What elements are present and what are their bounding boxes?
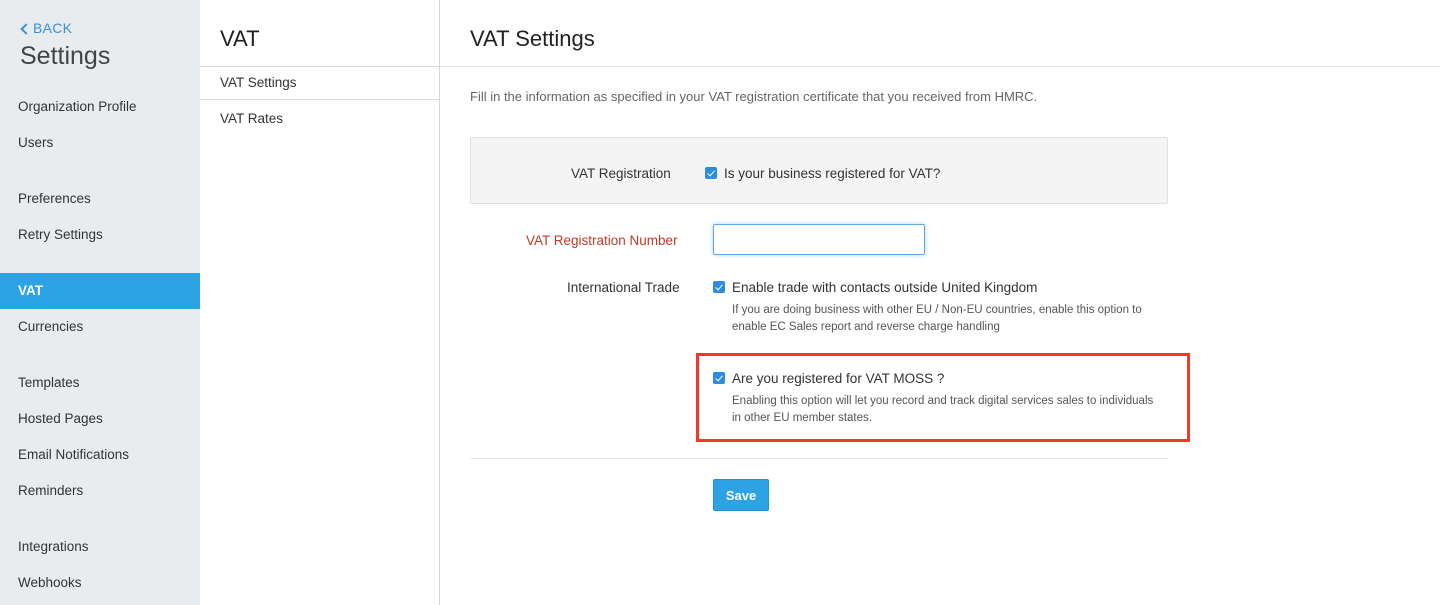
settings-sidebar: BACK Settings Organization Profile Users… bbox=[0, 0, 200, 605]
subnav-title: VAT bbox=[220, 26, 260, 51]
intro-text: Fill in the information as specified in … bbox=[470, 89, 1038, 104]
international-trade-help-line2: enable EC Sales report and reverse charg… bbox=[732, 321, 1000, 333]
back-link[interactable]: BACK bbox=[20, 20, 73, 36]
sidebar-item-currencies[interactable]: Currencies bbox=[0, 309, 200, 345]
sidebar-item-hosted-pages[interactable]: Hosted Pages bbox=[0, 401, 200, 437]
sidebar-item-organization-profile[interactable]: Organization Profile bbox=[0, 89, 200, 125]
subnav-divider bbox=[200, 99, 439, 100]
sidebar-item-email-notifications[interactable]: Email Notifications bbox=[0, 437, 200, 473]
vat-moss-checkbox[interactable] bbox=[713, 372, 725, 384]
sidebar-item-integrations[interactable]: Integrations bbox=[0, 529, 200, 565]
international-trade-label: International Trade bbox=[567, 280, 680, 295]
save-button[interactable]: Save bbox=[713, 479, 769, 511]
international-trade-help-line1: If you are doing business with other EU … bbox=[732, 304, 1142, 316]
subnav-item-vat-rates[interactable]: VAT Rates bbox=[220, 111, 283, 126]
chevron-left-icon bbox=[20, 22, 32, 35]
page-title: VAT Settings bbox=[470, 26, 595, 51]
sidebar-item-vat[interactable]: VAT bbox=[0, 273, 200, 309]
vat-subnav: VAT VAT Settings VAT Rates bbox=[200, 0, 440, 605]
vat-moss-help-line2: in other EU member states. bbox=[732, 412, 872, 424]
sidebar-item-retry-settings[interactable]: Retry Settings bbox=[0, 217, 200, 253]
vat-number-label: VAT Registration Number bbox=[526, 233, 678, 248]
sidebar-item-webhooks[interactable]: Webhooks bbox=[0, 565, 200, 601]
back-label: BACK bbox=[33, 20, 73, 36]
vat-number-input[interactable] bbox=[713, 224, 925, 255]
sidebar-item-reminders[interactable]: Reminders bbox=[0, 473, 200, 509]
sidebar-item-preferences[interactable]: Preferences bbox=[0, 181, 200, 217]
header-divider bbox=[440, 66, 1440, 67]
international-trade-checkbox-label[interactable]: Enable trade with contacts outside Unite… bbox=[732, 280, 1037, 295]
form-divider bbox=[470, 458, 1168, 459]
subnav-divider bbox=[200, 66, 439, 67]
vat-moss-checkbox-label[interactable]: Are you registered for VAT MOSS ? bbox=[732, 371, 944, 386]
vat-moss-help-line1: Enabling this option will let you record… bbox=[732, 395, 1154, 407]
subnav-item-vat-settings[interactable]: VAT Settings bbox=[220, 75, 297, 90]
international-trade-checkbox[interactable] bbox=[713, 281, 725, 293]
vat-registered-checkbox-label[interactable]: Is your business registered for VAT? bbox=[724, 166, 940, 181]
sidebar-item-templates[interactable]: Templates bbox=[0, 365, 200, 401]
main-content: VAT Settings Fill in the information as … bbox=[440, 0, 1440, 605]
sidebar-item-users[interactable]: Users bbox=[0, 125, 200, 161]
vat-registration-label: VAT Registration bbox=[571, 166, 671, 181]
vat-registered-checkbox[interactable] bbox=[705, 167, 717, 179]
sidebar-title: Settings bbox=[20, 42, 111, 70]
